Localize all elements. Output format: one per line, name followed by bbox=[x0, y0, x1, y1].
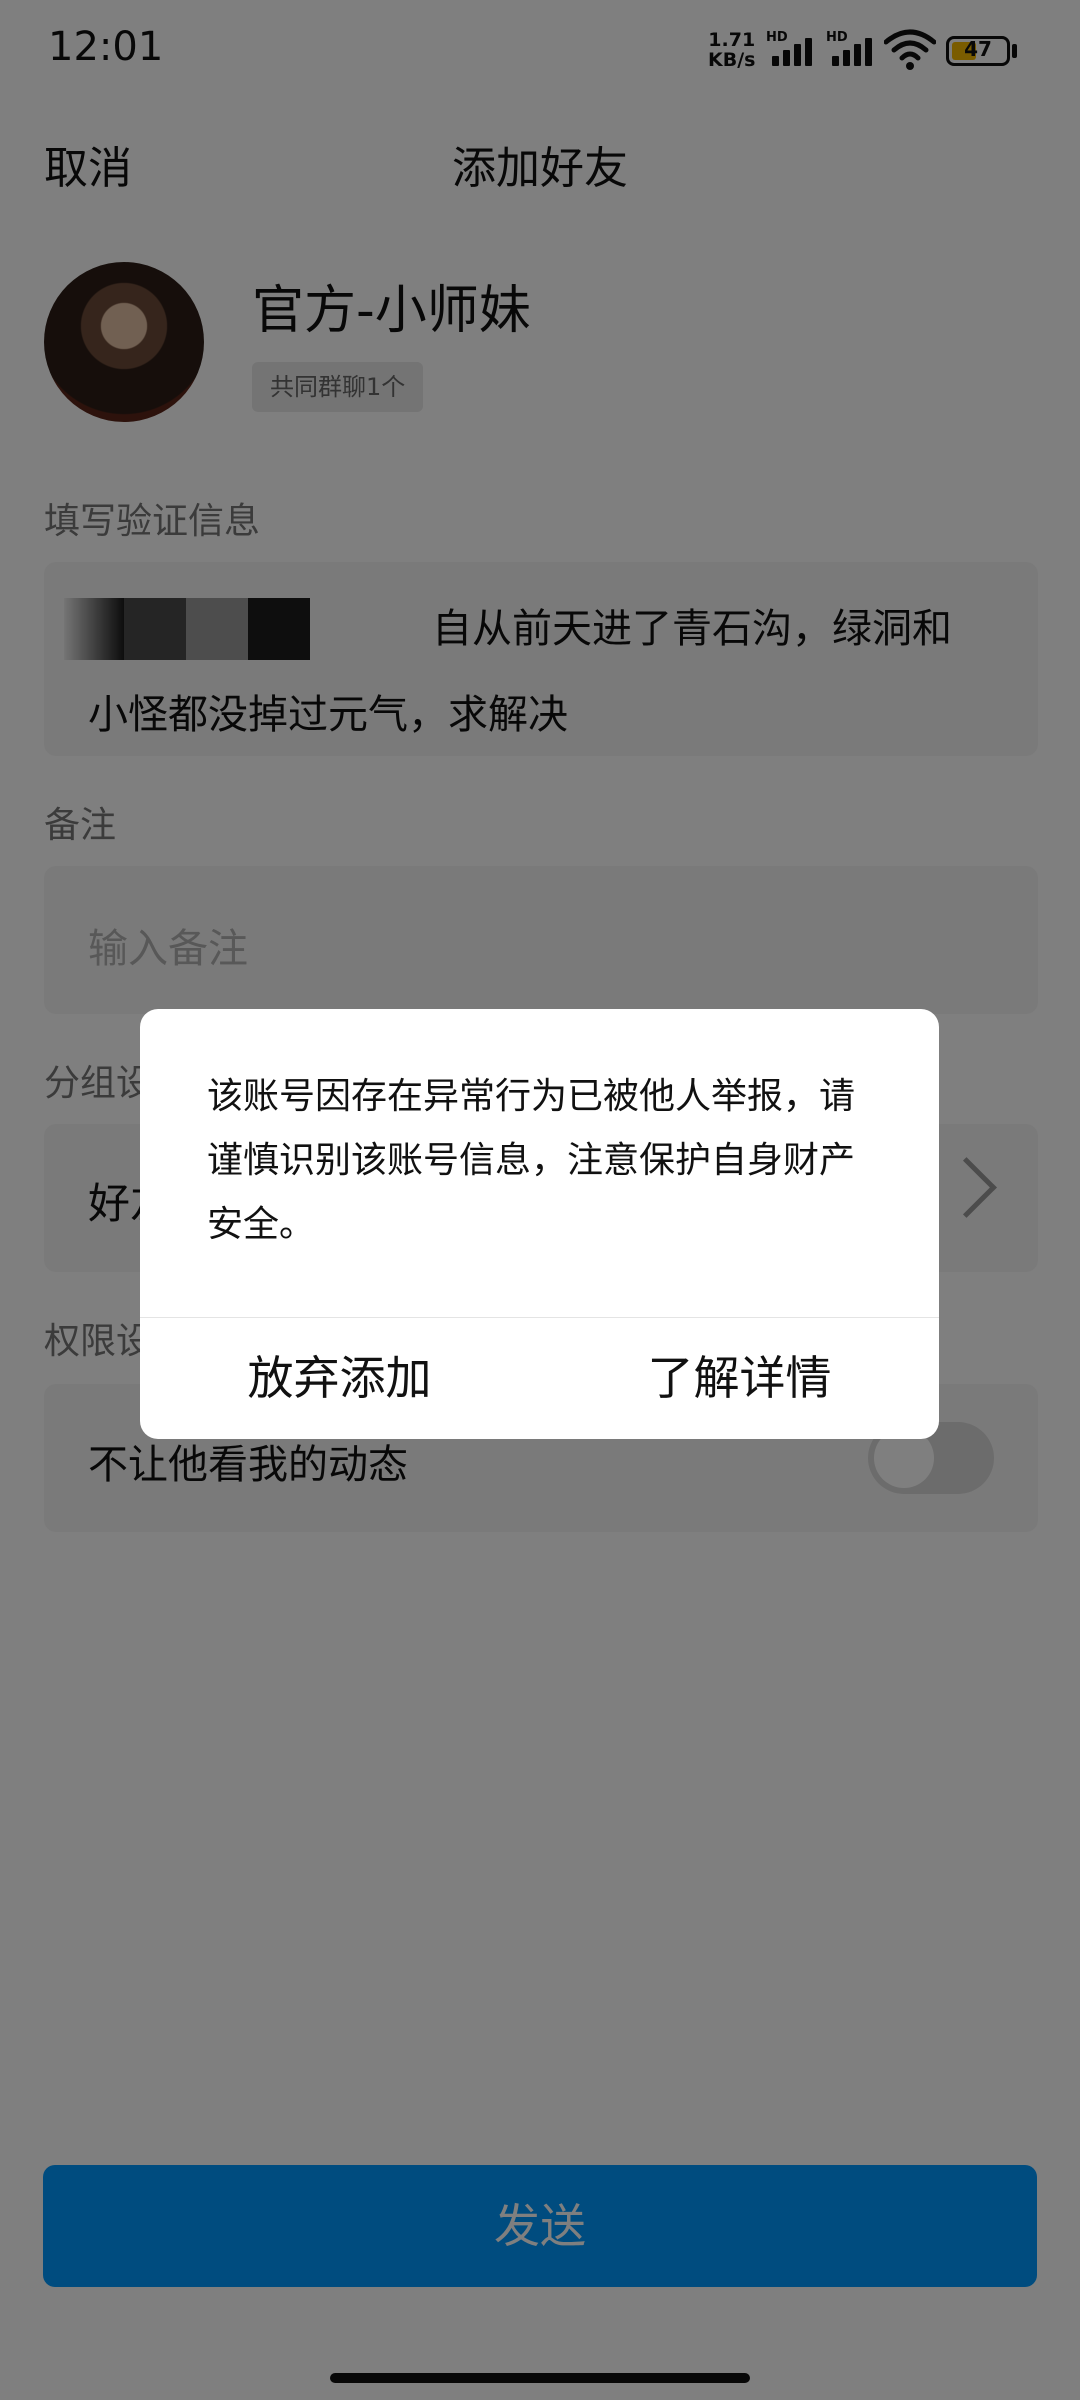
learn-details-button[interactable]: 了解详情 bbox=[540, 1318, 939, 1439]
abandon-add-button[interactable]: 放弃添加 bbox=[140, 1318, 539, 1439]
dialog-message: 该账号因存在异常行为已被他人举报，请谨慎识别该账号信息，注意保护自身财产安全。 bbox=[207, 1076, 856, 1245]
warning-dialog: 该账号因存在异常行为已被他人举报，请谨慎识别该账号信息，注意保护自身财产安全。 … bbox=[140, 1009, 939, 1439]
